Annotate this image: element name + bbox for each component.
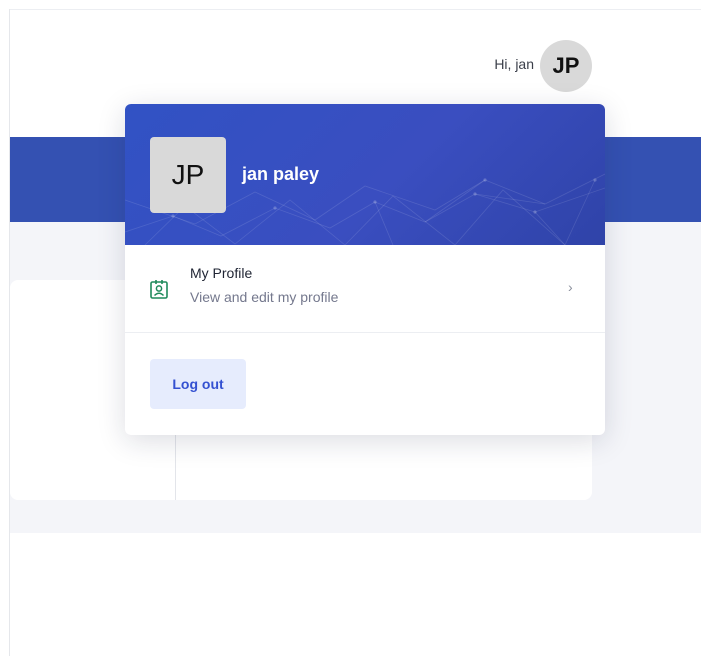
dropdown-avatar: JP [150, 137, 226, 213]
my-profile-title: My Profile [190, 265, 253, 281]
dropdown-header: JP jan paley [125, 104, 605, 245]
card-divider [175, 433, 176, 500]
my-profile-menu-item[interactable]: My Profile View and edit my profile › [125, 245, 605, 333]
user-dropdown-menu: JP jan paley My Profile View and edit my… [125, 104, 605, 435]
profile-badge-icon [150, 280, 168, 299]
user-avatar-button[interactable]: JP [540, 40, 592, 92]
greeting-text: Hi, jan [494, 56, 534, 72]
my-profile-subtitle: View and edit my profile [190, 289, 339, 305]
user-name: jan paley [242, 164, 320, 184]
page: Hi, jan JP JP jan paley My Profile View … [0, 0, 701, 656]
chevron-right-icon: › [568, 279, 573, 295]
logout-button[interactable]: Log out [150, 359, 246, 409]
